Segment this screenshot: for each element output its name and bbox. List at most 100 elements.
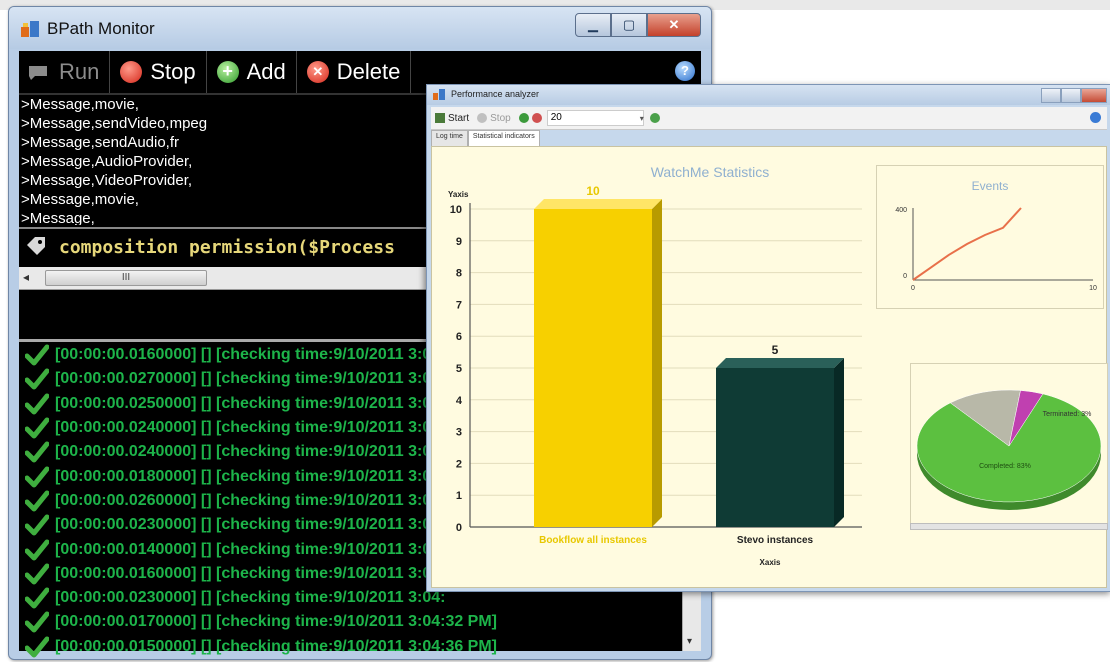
log-text: [00:00:00.0170000] [] [checking time:9/1… xyxy=(55,613,498,631)
analyzer-caption-buttons xyxy=(1041,88,1107,103)
y-tick-label: 2 xyxy=(456,458,462,470)
log-text: [00:00:00.0240000] [] [checking time:9/1… xyxy=(55,419,446,437)
maximize-button[interactable]: ▢ xyxy=(611,13,647,37)
check-icon xyxy=(25,587,49,609)
events-y-tick: 400 xyxy=(895,207,907,214)
y-tick-label: 4 xyxy=(456,395,463,407)
analyzer-stop-button[interactable]: Stop xyxy=(477,113,511,124)
check-icon xyxy=(25,563,49,585)
tag-icon xyxy=(27,237,45,255)
chart-title: WatchMe Statistics xyxy=(651,164,770,180)
analyzer-minimize-button[interactable] xyxy=(1041,88,1061,103)
run-button[interactable]: Run xyxy=(19,51,111,93)
log-text: [00:00:00.0230000] [] [checking time:9/1… xyxy=(55,516,446,534)
y-tick-label: 7 xyxy=(456,299,462,311)
delete-button[interactable]: ✕ Delete xyxy=(297,51,412,93)
add-label: Add xyxy=(246,59,286,84)
log-row[interactable]: [00:00:00.0170000] [] [checking time:9/1… xyxy=(19,610,701,634)
title-bar[interactable]: BPath Monitor ▁ ▢ ✕ xyxy=(9,7,711,49)
delete-icon: ✕ xyxy=(306,61,329,83)
bar-side xyxy=(834,358,844,527)
stop-button[interactable]: Stop xyxy=(110,51,207,93)
scroll-down-icon[interactable]: ▾ xyxy=(687,636,692,647)
check-icon xyxy=(25,368,49,390)
add-icon: + xyxy=(216,61,239,83)
close-button[interactable]: ✕ xyxy=(647,13,701,37)
analyzer-maximize-button[interactable] xyxy=(1061,88,1081,103)
events-title: Events xyxy=(972,179,1009,193)
help-icon[interactable]: ? xyxy=(675,61,695,81)
bar-1 xyxy=(534,199,662,527)
category-label: Stevo instances xyxy=(737,535,814,546)
analyzer-title-bar[interactable]: Performance analyzer xyxy=(427,85,1110,105)
y-tick-label: 5 xyxy=(456,363,462,375)
y-tick-label: 3 xyxy=(456,427,462,439)
analyzer-help-icon[interactable] xyxy=(1090,112,1101,123)
y-tick-label: 9 xyxy=(456,236,462,248)
tab-log-time[interactable]: Log time xyxy=(431,130,468,146)
log-text: [00:00:00.0260000] [] [checking time:9/1… xyxy=(55,491,446,509)
events-x-tick: 10 xyxy=(1089,285,1097,292)
bar-face xyxy=(534,209,652,527)
analyzer-stop-icon xyxy=(477,113,488,123)
minimize-button[interactable]: ▁ xyxy=(575,13,611,37)
zoom-out-icon[interactable] xyxy=(531,113,542,123)
add-button[interactable]: + Add xyxy=(207,51,297,93)
stop-label: Stop xyxy=(150,59,196,84)
stop-icon xyxy=(120,61,143,83)
value-label: 10 xyxy=(586,184,600,198)
start-icon xyxy=(435,113,445,123)
pie-chart-box: Completed: 83% Terminated: 3% xyxy=(910,363,1108,525)
delete-label: Delete xyxy=(336,59,401,84)
bar-face xyxy=(716,368,834,527)
y-axis-label: Yaxis xyxy=(448,190,469,199)
events-series-line xyxy=(912,207,1022,281)
start-button[interactable]: Start xyxy=(435,113,469,124)
y-tick-label: 8 xyxy=(456,268,462,280)
events-chart: Events 400 00 10 xyxy=(895,179,1097,292)
analyzer-stop-label: Stop xyxy=(490,112,511,124)
y-tick-label: 0 xyxy=(456,522,462,534)
bar-top xyxy=(716,358,844,368)
performance-analyzer-window: Performance analyzer Start Stop 20 ▾ Log… xyxy=(426,84,1110,592)
log-text: [00:00:00.0160000] [] [checking time:9/1… xyxy=(55,564,446,582)
refresh-icon[interactable] xyxy=(649,113,660,123)
formula-text: composition permission($Process xyxy=(59,237,395,258)
analyzer-close-button[interactable] xyxy=(1081,88,1107,103)
check-icon xyxy=(25,417,49,439)
y-tick-label: 10 xyxy=(450,204,462,216)
log-text: [00:00:00.0240000] [] [checking time:9/1… xyxy=(55,443,446,461)
analyzer-app-icon xyxy=(433,89,445,100)
chevron-down-icon[interactable]: ▾ xyxy=(640,114,644,123)
interval-input[interactable]: 20 xyxy=(546,110,644,126)
events-chart-box: Events 400 0 0 10 xyxy=(876,165,1104,309)
log-row[interactable]: [00:00:00.0150000] [] [checking time:9/1… xyxy=(19,635,701,659)
check-icon xyxy=(25,393,49,415)
run-label: Run xyxy=(59,59,100,84)
check-icon xyxy=(25,611,49,633)
y-tick-label: 6 xyxy=(456,331,462,343)
x-axis-label: Xaxis xyxy=(760,558,781,567)
scroll-left-icon[interactable]: ◂ xyxy=(23,270,29,284)
app-icon xyxy=(21,21,39,37)
start-label: Start xyxy=(448,112,470,124)
analyzer-window-title: Performance analyzer xyxy=(451,89,540,99)
tab-statistical-indicators[interactable]: Statistical indicators xyxy=(467,130,540,146)
log-text: [00:00:00.0230000] [] [checking time:9/1… xyxy=(55,589,446,607)
events-y-tick: 0 xyxy=(903,273,907,280)
pie-scrollbar[interactable] xyxy=(910,523,1108,530)
zoom-in-icon[interactable] xyxy=(518,113,529,123)
analyzer-toolbar: Start Stop 20 ▾ xyxy=(431,107,1107,130)
window-title: BPath Monitor xyxy=(47,19,155,38)
caption-buttons: ▁ ▢ ✕ xyxy=(575,13,701,37)
log-text: [00:00:00.0180000] [] [checking time:9/1… xyxy=(55,467,446,485)
log-text: [00:00:00.0150000] [] [checking time:9/1… xyxy=(55,637,498,655)
scroll-thumb[interactable]: III xyxy=(45,270,207,286)
check-icon xyxy=(25,441,49,463)
log-text: [00:00:00.0160000] [] [checking time:9/1… xyxy=(55,346,446,364)
log-text: [00:00:00.0250000] [] [checking time:9/1… xyxy=(55,394,446,412)
check-icon xyxy=(25,514,49,536)
bar-side xyxy=(652,199,662,527)
check-icon xyxy=(25,539,49,561)
check-icon xyxy=(25,344,49,366)
